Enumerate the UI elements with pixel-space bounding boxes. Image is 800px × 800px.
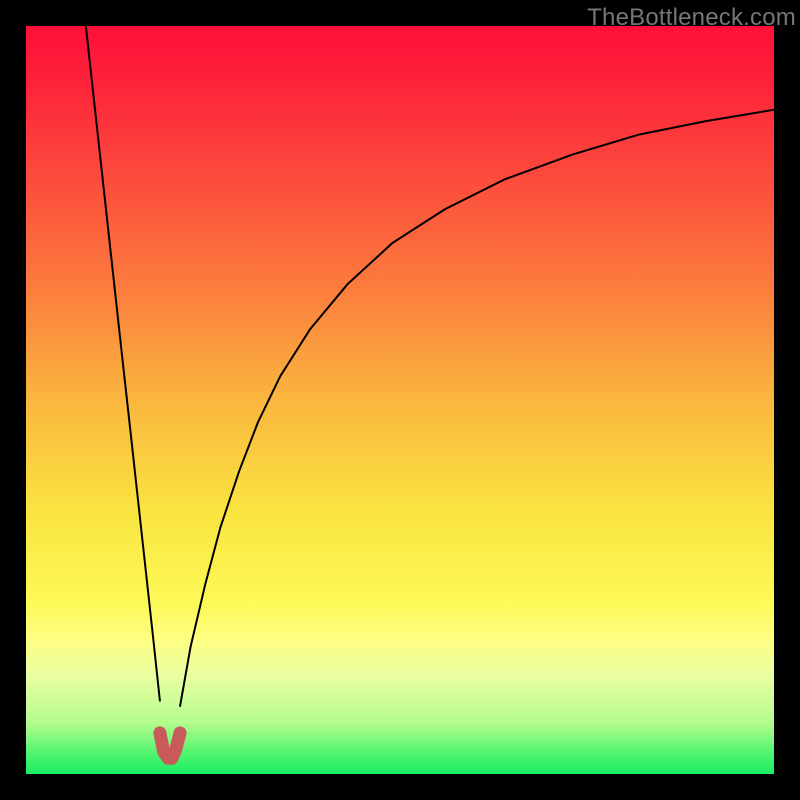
watermark-label: TheBottleneck.com [587, 4, 796, 32]
outer-frame: TheBottleneck.com [0, 0, 800, 800]
bottleneck-curve-left [86, 26, 160, 701]
curve-overlay [26, 26, 774, 774]
minimum-marker [160, 733, 180, 758]
bottleneck-curve-right [180, 110, 774, 706]
